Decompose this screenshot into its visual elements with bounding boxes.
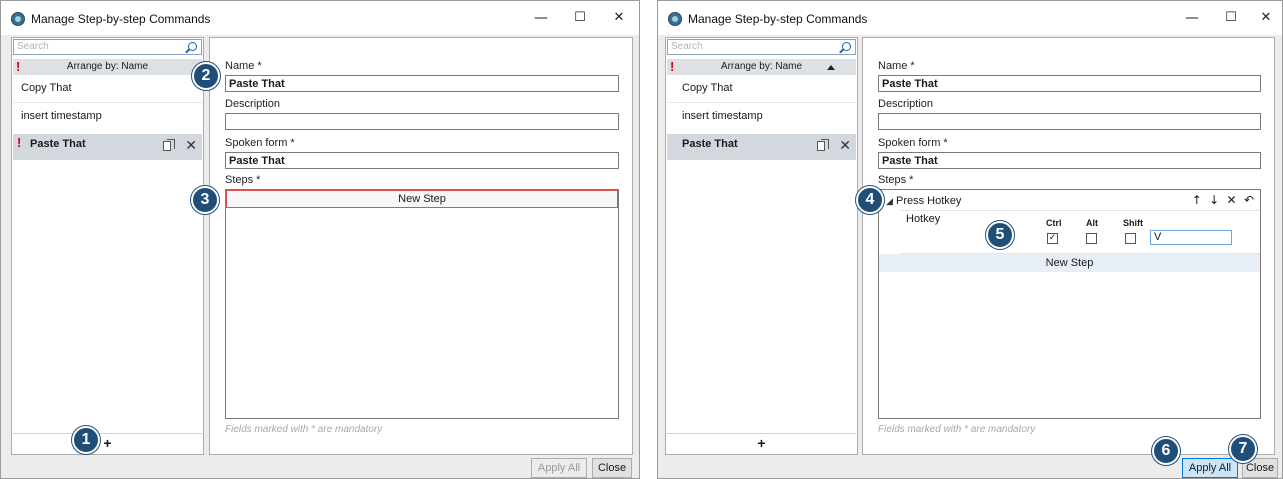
steps-label: Steps * xyxy=(225,174,261,186)
move-down-icon[interactable]: ↓ xyxy=(1209,193,1219,207)
command-editor-panel: Name * Paste That Description Spoken for… xyxy=(862,37,1275,455)
apply-all-button[interactable]: Apply All xyxy=(1182,458,1238,478)
step-badge-5: 5 xyxy=(986,221,1014,249)
title-bar: Manage Step-by-step Commands — ☐ ✕ xyxy=(1,1,639,35)
ctrl-label: Ctrl xyxy=(1046,218,1062,228)
alt-label: Alt xyxy=(1086,218,1098,228)
search-input[interactable]: Search xyxy=(667,39,856,55)
maximize-button[interactable]: ☐ xyxy=(1216,7,1246,29)
steps-label: Steps * xyxy=(878,174,914,186)
maximize-button[interactable]: ☐ xyxy=(565,7,595,29)
description-label: Description xyxy=(225,98,281,110)
step-press-hotkey-header[interactable]: ◢ Press Hotkey ↑ ↓ ✕ ↶ xyxy=(879,192,1260,210)
arrange-by-header[interactable]: ! Arrange by: Name xyxy=(13,59,202,75)
description-field[interactable] xyxy=(878,113,1261,130)
search-placeholder: Search xyxy=(17,41,49,52)
new-step-button[interactable]: New Step xyxy=(879,254,1260,272)
command-editor-panel: Name * Paste That Description Spoken for… xyxy=(209,37,633,455)
list-item-label: insert timestamp xyxy=(21,110,102,122)
step-badge-3: 3 xyxy=(191,186,219,214)
spoken-form-field[interactable]: Paste That xyxy=(225,152,619,169)
add-command-button[interactable]: + xyxy=(667,433,856,453)
shift-checkbox[interactable] xyxy=(1125,233,1136,244)
new-step-button[interactable]: New Step xyxy=(226,190,618,208)
search-placeholder: Search xyxy=(671,41,703,52)
collapse-icon[interactable]: ◢ xyxy=(886,196,893,207)
list-item-label: Paste That xyxy=(30,138,86,150)
search-input[interactable]: Search xyxy=(13,39,202,55)
command-list-panel: Search ! Arrange by: Name Copy That inse… xyxy=(11,37,204,455)
apply-all-button[interactable]: Apply All xyxy=(531,458,587,478)
list-item-label: Copy That xyxy=(682,82,733,94)
list-item-paste-that[interactable]: ! Paste That ✕ xyxy=(13,134,202,160)
app-icon xyxy=(668,12,682,26)
app-icon xyxy=(11,12,25,26)
list-item-label: Copy That xyxy=(21,82,72,94)
list-item-paste-that[interactable]: Paste That ✕ xyxy=(667,134,856,160)
delete-icon[interactable]: ✕ xyxy=(839,137,851,154)
name-label: Name * xyxy=(878,60,915,72)
step-press-hotkey-body: Hotkey Ctrl Alt Shift ✓ V xyxy=(901,210,1260,254)
search-icon[interactable] xyxy=(842,42,851,51)
name-field[interactable]: Paste That xyxy=(225,75,619,92)
mandatory-note: Fields marked with * are mandatory xyxy=(878,424,1036,435)
delete-icon[interactable]: ✕ xyxy=(185,137,197,154)
description-label: Description xyxy=(878,98,934,110)
step-toolbar: ↑ ↓ ✕ ↶ xyxy=(1188,193,1254,207)
spoken-form-label: Spoken form * xyxy=(225,137,295,149)
list-item-label: Paste That xyxy=(682,138,738,150)
close-button[interactable]: Close xyxy=(592,458,632,478)
minimize-button[interactable]: — xyxy=(1177,7,1207,29)
divider xyxy=(13,102,202,103)
steps-list: ◢ Press Hotkey ↑ ↓ ✕ ↶ Hotkey Ctrl Alt S… xyxy=(878,189,1261,419)
add-command-button[interactable]: + xyxy=(13,433,202,453)
minimize-button[interactable]: — xyxy=(526,7,556,29)
remove-step-icon[interactable]: ✕ xyxy=(1227,193,1237,207)
close-window-button[interactable]: ✕ xyxy=(604,7,634,29)
manage-commands-window-before: Manage Step-by-step Commands — ☐ ✕ Searc… xyxy=(0,0,640,479)
list-item-copy-that[interactable]: Copy That xyxy=(13,78,202,98)
duplicate-icon[interactable] xyxy=(163,139,175,151)
command-list-panel: Search ! Arrange by: Name Copy That inse… xyxy=(665,37,858,455)
steps-list: New Step xyxy=(225,189,619,419)
close-window-button[interactable]: ✕ xyxy=(1251,7,1281,29)
hotkey-label: Hotkey xyxy=(906,213,941,225)
ctrl-checkbox[interactable]: ✓ xyxy=(1047,233,1058,244)
shift-label: Shift xyxy=(1123,218,1143,228)
name-label: Name * xyxy=(225,60,262,72)
divider xyxy=(667,102,856,103)
manage-commands-window-after: Manage Step-by-step Commands — ☐ ✕ Searc… xyxy=(657,0,1283,479)
window-title: Manage Step-by-step Commands xyxy=(688,12,868,26)
sort-ascending-icon[interactable] xyxy=(827,65,835,70)
step-badge-4: 4 xyxy=(856,186,884,214)
step-badge-7: 7 xyxy=(1229,435,1257,463)
undo-icon[interactable]: ↶ xyxy=(1244,193,1254,207)
arrange-by-label: Arrange by: Name xyxy=(66,61,149,72)
title-bar: Manage Step-by-step Commands — ☐ ✕ xyxy=(658,1,1282,35)
move-up-icon[interactable]: ↑ xyxy=(1192,193,1202,207)
step-badge-6: 6 xyxy=(1152,437,1180,465)
name-field[interactable]: Paste That xyxy=(878,75,1261,92)
required-indicator-icon: ! xyxy=(17,135,22,150)
mandatory-note: Fields marked with * are mandatory xyxy=(225,424,383,435)
step-badge-2: 2 xyxy=(192,62,220,90)
spoken-form-field[interactable]: Paste That xyxy=(878,152,1261,169)
list-item-label: insert timestamp xyxy=(682,110,763,122)
list-item-insert-timestamp[interactable]: insert timestamp xyxy=(667,106,856,126)
spoken-form-label: Spoken form * xyxy=(878,137,948,149)
window-title: Manage Step-by-step Commands xyxy=(31,12,211,26)
step-badge-1: 1 xyxy=(72,426,100,454)
alt-checkbox[interactable] xyxy=(1086,233,1097,244)
search-icon[interactable] xyxy=(188,42,197,51)
list-item-insert-timestamp[interactable]: insert timestamp xyxy=(13,106,202,126)
step-title: Press Hotkey xyxy=(896,195,962,207)
duplicate-icon[interactable] xyxy=(817,139,829,151)
hotkey-key-input[interactable]: V xyxy=(1150,230,1232,245)
arrange-by-header[interactable]: ! Arrange by: Name xyxy=(667,59,856,75)
description-field[interactable] xyxy=(225,113,619,130)
list-item-copy-that[interactable]: Copy That xyxy=(667,78,856,98)
